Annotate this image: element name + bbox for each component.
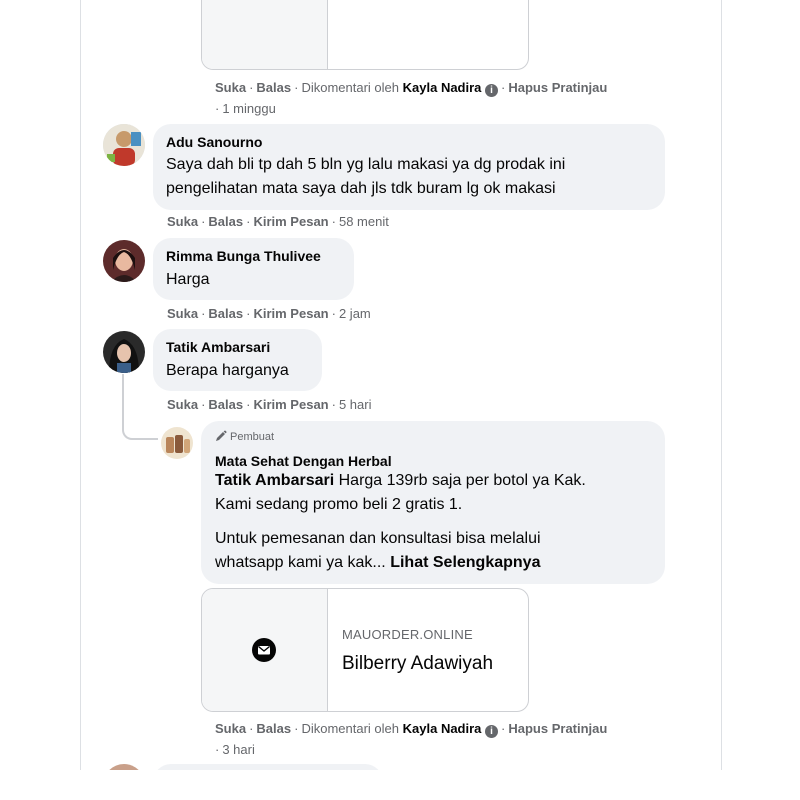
like-button[interactable]: Suka — [167, 214, 198, 229]
page-avatar[interactable] — [161, 427, 193, 459]
envelope-icon — [252, 638, 276, 667]
avatar[interactable] — [103, 764, 145, 770]
send-message-button[interactable]: Kirim Pesan — [253, 397, 328, 412]
reply-button[interactable]: Balas — [208, 214, 243, 229]
send-message-button[interactable]: Kirim Pesan — [253, 306, 328, 321]
link-preview-thumb — [202, 0, 328, 69]
author-badge: Pembuat — [215, 430, 274, 445]
comment-bubble: Adu Sanourno Saya dah bli tp dah 5 bln y… — [153, 124, 665, 210]
timestamp[interactable]: 2 jam — [339, 306, 371, 321]
like-button[interactable]: Suka — [215, 721, 246, 736]
timestamp[interactable]: 3 hari — [222, 742, 255, 757]
reply-author[interactable]: Mata Sehat Dengan Herbal — [215, 453, 392, 469]
reply-button[interactable]: Balas — [208, 397, 243, 412]
remove-preview-button[interactable]: Hapus Pratinjau — [508, 721, 607, 736]
send-message-button[interactable]: Kirim Pesan — [253, 214, 328, 229]
timestamp[interactable]: 5 hari — [339, 397, 372, 412]
commented-by-name[interactable]: Kayla Nadira — [403, 721, 482, 736]
comment-actions-top: Suka · Balas · Dikomentari oleh Kayla Nadira… — [215, 80, 608, 97]
comment-bubble: Rimma Bunga Thulivee Harga — [153, 238, 354, 300]
link-title: Bilberry Adawiyah — [342, 653, 494, 674]
reply-bubble: Pembuat Mata Sehat Dengan Herbal Tatik A… — [201, 421, 665, 584]
comment-text-line: pengelihatan mata saya dah jls tdk buram… — [166, 180, 556, 197]
comment-author[interactable]: Tatik Ambarsari — [166, 339, 270, 355]
timestamp[interactable]: 58 menit — [339, 214, 389, 229]
avatar[interactable] — [103, 331, 145, 373]
comment-bubble — [153, 764, 383, 770]
mention-link[interactable]: Tatik Ambarsari — [215, 472, 334, 489]
comment-author[interactable]: Adu Sanourno — [166, 134, 262, 150]
link-domain: MAUORDER.ONLINE — [342, 627, 473, 642]
comment-actions: Suka · Balas · Kirim Pesan · 2 jam — [167, 306, 371, 321]
see-more-link[interactable]: Lihat Selengkapnya — [390, 554, 540, 571]
reply-time: · 3 hari — [215, 742, 255, 757]
info-icon[interactable]: i — [485, 84, 499, 97]
comments-panel: Suka · Balas · Dikomentari oleh Kayla Nadira… — [80, 0, 722, 770]
reply-actions: Suka · Balas · Dikomentari oleh Kayla Nadira… — [215, 721, 608, 738]
comment-author[interactable]: Rimma Bunga Thulivee — [166, 248, 321, 264]
avatar[interactable] — [103, 124, 145, 166]
avatar[interactable] — [103, 240, 145, 282]
pencil-icon — [215, 430, 227, 445]
reply-text-line: whatsapp kami ya kak... Lihat Selengkapn… — [215, 554, 541, 571]
link-preview-card-top[interactable] — [201, 0, 529, 70]
like-button[interactable]: Suka — [167, 306, 198, 321]
comment-time-top: · 1 minggu — [215, 101, 276, 116]
commented-by-name[interactable]: Kayla Nadira — [403, 80, 482, 95]
link-preview-thumb — [202, 589, 328, 711]
link-preview-card[interactable]: MAUORDER.ONLINE Bilberry Adawiyah — [201, 588, 529, 712]
comment-actions: Suka · Balas · Kirim Pesan · 58 menit — [167, 214, 389, 229]
comment-bubble: Tatik Ambarsari Berapa harganya — [153, 329, 322, 391]
like-button[interactable]: Suka — [167, 397, 198, 412]
reply-button[interactable]: Balas — [256, 80, 291, 95]
reply-button[interactable]: Balas — [256, 721, 291, 736]
remove-preview-button[interactable]: Hapus Pratinjau — [508, 80, 607, 95]
reply-text-line: Kami sedang promo beli 2 gratis 1. — [215, 496, 463, 513]
info-icon[interactable]: i — [485, 725, 499, 738]
commented-by-prefix: Dikomentari oleh — [301, 721, 400, 736]
comment-text-line: Saya dah bli tp dah 5 bln yg lalu makasi… — [166, 156, 566, 173]
reply-text-line: Untuk pemesanan dan konsultasi bisa mela… — [215, 530, 541, 547]
like-button[interactable]: Suka — [215, 80, 246, 95]
reply-text-line: Tatik Ambarsari Harga 139rb saja per bot… — [215, 472, 586, 489]
reply-button[interactable]: Balas — [208, 306, 243, 321]
thread-connector — [122, 374, 158, 440]
comment-text-line: Berapa harganya — [166, 362, 289, 379]
comment-text-line: Harga — [166, 271, 210, 288]
comment-actions: Suka · Balas · Kirim Pesan · 5 hari — [167, 397, 372, 412]
timestamp[interactable]: 1 minggu — [222, 101, 275, 116]
commented-by-prefix: Dikomentari oleh — [301, 80, 400, 95]
